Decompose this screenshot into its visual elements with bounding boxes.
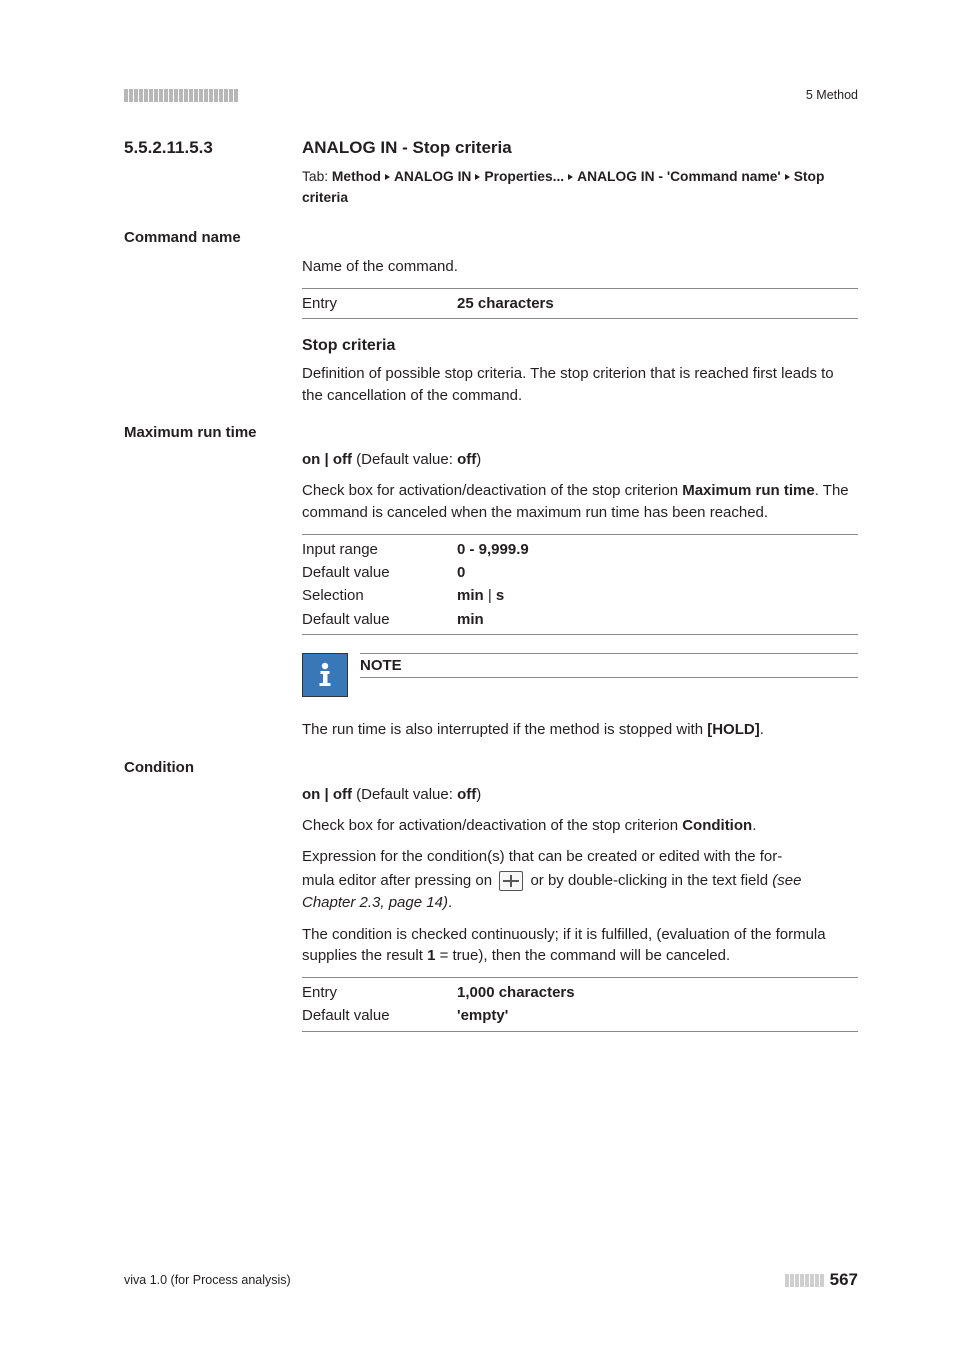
note-body-pre: The run time is also interrupted if the …	[302, 721, 707, 738]
triangle-icon	[568, 174, 573, 180]
note-body: The run time is also interrupted if the …	[302, 719, 858, 741]
input-range-label: Input range	[302, 538, 457, 561]
max-run-desc: Check box for activation/deactivation of…	[302, 480, 858, 524]
max-run-heading: Maximum run time	[124, 424, 858, 441]
note-box: NOTE The run time is also interrupted if…	[302, 653, 858, 741]
onoff-default: off	[457, 451, 476, 468]
onoff-mid: (Default value:	[352, 451, 457, 468]
onoff-options: on | off	[302, 451, 352, 468]
stop-criteria-heading: Stop criteria	[302, 337, 858, 355]
condition-desc1: Check box for activation/deactivation of…	[302, 815, 858, 837]
selection-sep: |	[484, 587, 496, 604]
command-name-table: Entry 25 characters	[302, 288, 858, 319]
command-name-heading: Command name	[124, 229, 858, 246]
entry-value: 1,000 characters	[457, 981, 575, 1004]
stop-criteria-desc: Definition of possible stop criteria. Th…	[302, 363, 858, 407]
max-run-table: Input range 0 - 9,999.9 Default value 0 …	[302, 534, 858, 635]
tab-path: Tab: Method ANALOG IN Properties... ANALOG …	[302, 166, 858, 209]
onoff-options: on | off	[302, 786, 352, 803]
condition-desc1-bold: Condition	[682, 817, 752, 834]
selection-min: min	[457, 587, 484, 604]
condition-onoff: on | off (Default value: off)	[302, 786, 858, 803]
selection-label: Selection	[302, 584, 457, 607]
page-header: 5 Method	[124, 88, 858, 102]
note-body-bold: [HOLD]	[707, 721, 760, 738]
condition-table: Entry 1,000 characters Default value 'em…	[302, 977, 858, 1032]
input-range-value: 0 - 9,999.9	[457, 538, 529, 561]
onoff-suffix: )	[476, 786, 481, 803]
entry-label: Entry	[302, 292, 457, 315]
condition-desc4: The condition is checked continuously; i…	[302, 924, 858, 968]
page-number: 567	[830, 1270, 858, 1290]
onoff-suffix: )	[476, 451, 481, 468]
max-run-desc-bold: Maximum run time	[682, 482, 815, 499]
tab-path-prefix: Tab:	[302, 169, 332, 184]
tab-path-seg-1: ANALOG IN	[394, 169, 471, 184]
max-run-desc-pre: Check box for activation/deactivation of…	[302, 482, 682, 499]
condition-desc1-post: .	[752, 817, 756, 834]
tab-path-seg-2: Properties...	[484, 169, 564, 184]
default-value-value: 0	[457, 561, 465, 584]
triangle-icon	[785, 174, 790, 180]
entry-value: 25 characters	[457, 292, 554, 315]
condition-desc4-post: = true), then the command will be cancel…	[435, 947, 730, 964]
tab-path-seg-0: Method	[332, 169, 381, 184]
condition-desc3-pre: mula editor after pressing on	[302, 872, 496, 889]
note-title: NOTE	[360, 653, 858, 678]
formula-editor-icon	[499, 871, 523, 891]
condition-desc2: Expression for the condition(s) that can…	[302, 846, 858, 868]
condition-desc3-post: or by double-clicking in the text field	[526, 872, 772, 889]
default-value-label: Default value	[302, 1004, 457, 1027]
default-value-label: Default value	[302, 561, 457, 584]
footer-left: viva 1.0 (for Process analysis)	[124, 1273, 291, 1287]
selection-s: s	[496, 587, 504, 604]
onoff-mid: (Default value:	[352, 786, 457, 803]
condition-desc3: mula editor after pressing on or by doub…	[302, 870, 858, 914]
command-name-desc: Name of the command.	[302, 256, 858, 278]
section-title: ANALOG IN - Stop criteria	[302, 138, 512, 158]
condition-desc3-dot: .	[448, 894, 452, 911]
header-chapter: 5 Method	[806, 88, 858, 102]
selection-value: min | s	[457, 584, 504, 607]
onoff-default: off	[457, 786, 476, 803]
default-value-value-2: min	[457, 608, 484, 631]
max-run-onoff: on | off (Default value: off)	[302, 451, 858, 468]
entry-label: Entry	[302, 981, 457, 1004]
triangle-icon	[475, 174, 480, 180]
page-footer: viva 1.0 (for Process analysis) 567	[124, 1270, 858, 1290]
triangle-icon	[385, 174, 390, 180]
header-decoration-left	[124, 89, 238, 102]
section-heading: 5.5.2.11.5.3 ANALOG IN - Stop criteria	[124, 138, 858, 158]
condition-desc1-pre: Check box for activation/deactivation of…	[302, 817, 682, 834]
default-value-value: 'empty'	[457, 1004, 508, 1027]
note-body-post: .	[760, 721, 764, 738]
section-number: 5.5.2.11.5.3	[124, 138, 302, 158]
condition-heading: Condition	[124, 759, 858, 776]
info-icon	[302, 653, 348, 697]
default-value-label-2: Default value	[302, 608, 457, 631]
footer-decoration	[785, 1274, 824, 1287]
tab-path-seg-3: ANALOG IN - 'Command name'	[577, 169, 781, 184]
